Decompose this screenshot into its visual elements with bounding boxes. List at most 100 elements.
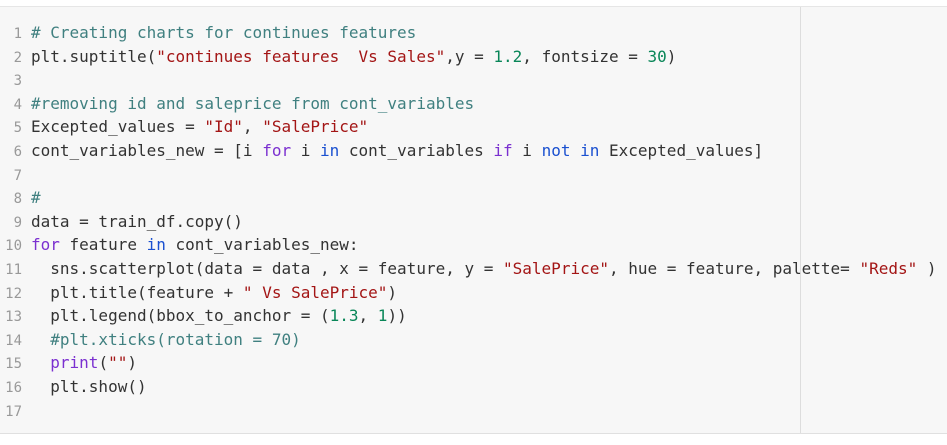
code-token: # Creating charts for continues features <box>31 23 417 42</box>
code-text: sns.scatterplot(data = data , x = featur… <box>22 258 937 278</box>
code-token: , <box>242 117 263 137</box>
code-text: plt.title(feature + " Vs SalePrice") <box>22 283 397 302</box>
code-token: 1.3 <box>329 306 359 326</box>
code-line[interactable]: 15 print("") <box>0 351 937 375</box>
line-number: 10 <box>5 238 22 255</box>
code-text: cont_variables_new = [i for i in cont_va… <box>22 141 763 160</box>
code-text: data = train_df.copy() <box>22 212 243 231</box>
code-line[interactable]: 1 # Creating charts for continues feature… <box>0 21 937 45</box>
line-number: 2 <box>13 49 22 66</box>
line-number: 9 <box>13 214 22 231</box>
line-number: 13 <box>5 309 22 326</box>
code-token: data = train_df.copy() <box>31 211 243 231</box>
code-line[interactable]: 9 data = train_df.copy() <box>0 210 937 234</box>
code-token: #plt.xticks(rotation = 70) <box>31 329 301 349</box>
code-line[interactable]: 2 plt.suptitle("continues features Vs Sal… <box>0 45 937 69</box>
code-token: ( <box>98 353 109 373</box>
line-number: 11 <box>5 261 22 278</box>
line-number: 1 <box>13 26 22 42</box>
line-number: 5 <box>13 120 22 137</box>
code-editor[interactable]: 1 # Creating charts for continues feature… <box>0 21 937 423</box>
code-token: 30 <box>647 46 667 66</box>
code-token: plt.show() <box>31 376 147 396</box>
code-token: "" <box>108 353 128 373</box>
code-text: #plt.xticks(rotation = 70) <box>22 329 301 349</box>
code-token: , hue = feature, palette= <box>608 258 860 278</box>
code-text: # Creating charts for continues features <box>22 23 416 42</box>
code-token: cont_variables_new = [i <box>31 140 263 160</box>
code-token: 1 <box>377 306 388 326</box>
line-number: 12 <box>5 285 22 302</box>
code-token: sns.scatterplot(data = data , x = featur… <box>31 258 504 278</box>
code-token: "continues features Vs Sales" <box>156 46 446 66</box>
code-token: ) <box>127 353 137 373</box>
code-line[interactable]: 8 # <box>0 186 937 210</box>
code-token: , <box>358 306 378 326</box>
code-token: Excepted_values = <box>31 117 205 137</box>
code-token: " Vs SalePrice" <box>242 282 388 302</box>
code-line[interactable]: 13 plt.legend(bbox_to_anchor = (1.3, 1)) <box>0 304 937 328</box>
code-token: , fontsize = <box>522 46 648 66</box>
code-token: plt.suptitle( <box>31 46 157 66</box>
code-line[interactable]: 16 plt.show() <box>0 375 937 399</box>
line-number: 3 <box>13 73 22 90</box>
code-token: "Id" <box>204 117 243 137</box>
code-token: ) <box>387 282 398 302</box>
code-token: Excepted_values] <box>599 140 764 160</box>
code-line[interactable]: 17 <box>0 399 937 423</box>
code-text: plt.legend(bbox_to_anchor = (1.3, 1)) <box>22 306 407 326</box>
code-token: in <box>320 140 340 160</box>
code-line[interactable]: 3 <box>0 68 937 92</box>
code-token: plt.legend(bbox_to_anchor = ( <box>31 306 330 326</box>
code-line[interactable]: 12 plt.title(feature + " Vs SalePrice") <box>0 281 937 305</box>
code-token: plt.title(feature + <box>31 282 243 302</box>
code-text: Excepted_values = "Id", "SalePrice" <box>22 117 368 136</box>
code-token: 1.2 <box>493 46 523 66</box>
code-token: if <box>493 140 513 160</box>
code-token: feature <box>59 235 147 255</box>
code-token: not <box>541 140 571 160</box>
code-token: print <box>50 353 99 373</box>
code-token: #removing id and saleprice from cont_var… <box>31 93 475 113</box>
code-line[interactable]: 11 sns.scatterplot(data = data , x = fea… <box>0 257 937 281</box>
code-line[interactable]: 14 #plt.xticks(rotation = 70) <box>0 328 937 352</box>
code-text: # <box>22 188 41 207</box>
code-token: cont_variables <box>339 140 494 160</box>
code-token: in <box>146 235 166 255</box>
code-line[interactable]: 10 for feature in cont_variables_new: <box>0 233 937 257</box>
code-token: "SalePrice" <box>262 117 369 137</box>
line-number: 6 <box>13 143 22 160</box>
line-number: 8 <box>13 191 22 208</box>
code-token: i <box>291 140 320 160</box>
line-number: 14 <box>5 332 22 349</box>
line-number: 15 <box>5 356 22 373</box>
code-token: for <box>262 140 292 160</box>
code-token: )) <box>387 306 407 326</box>
code-line[interactable]: 5 Excepted_values = "Id", "SalePrice" <box>0 115 937 139</box>
code-token: in <box>580 140 600 160</box>
code-token: "SalePrice" <box>503 258 609 278</box>
code-token: # <box>31 188 41 208</box>
code-text: #removing id and saleprice from cont_var… <box>22 94 474 113</box>
line-number: 4 <box>13 96 22 113</box>
code-text: for feature in cont_variables_new: <box>22 235 359 254</box>
code-line[interactable]: 4 #removing id and saleprice from cont_va… <box>0 92 937 116</box>
code-token: ) <box>666 46 677 66</box>
code-token: for <box>31 235 60 255</box>
code-token: ,y = <box>445 46 494 66</box>
code-line[interactable]: 7 <box>0 163 937 187</box>
line-number: 17 <box>5 403 22 420</box>
line-number: 7 <box>13 167 22 184</box>
code-cell[interactable]: 1 # Creating charts for continues feature… <box>0 6 947 434</box>
code-token: i <box>512 140 542 160</box>
line-number: 16 <box>5 379 22 396</box>
code-text: plt.suptitle("continues features Vs Sale… <box>22 47 676 66</box>
code-token: cont_variables_new: <box>165 235 359 255</box>
code-line[interactable]: 6 cont_variables_new = [i for i in cont_v… <box>0 139 937 163</box>
code-token: "Reds" <box>859 258 918 278</box>
code-token: ) <box>917 258 937 278</box>
